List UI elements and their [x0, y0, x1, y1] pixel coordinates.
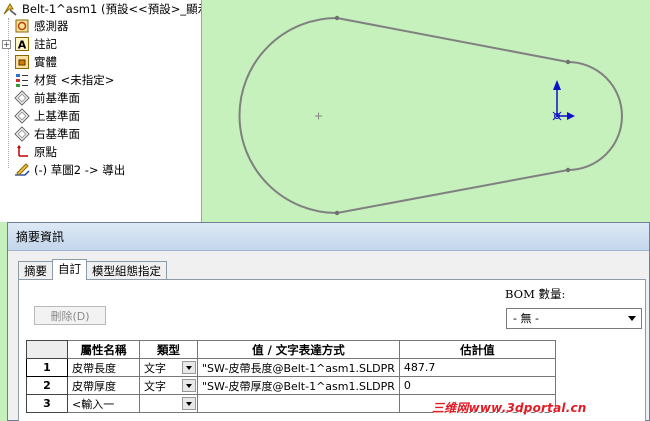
sketch-point	[334, 15, 340, 21]
evaluated-value-cell: 487.7	[398, 358, 556, 377]
value-cell[interactable]: "SW-皮帶長度@Belt-1^asm1.SLDPR	[197, 358, 400, 377]
row-number[interactable]: 2	[26, 376, 68, 395]
tree-item-sensors[interactable]: 感測器	[2, 17, 69, 35]
feature-manager-tree: Belt-1^asm1 (預設<<預設>_顯示 感測器 + A 註記 實體 材質…	[0, 0, 202, 222]
plane-icon	[14, 126, 30, 142]
tree-item-label: 註記	[34, 37, 57, 51]
watermark-text: 三维网www.3dportal.cn	[432, 401, 587, 415]
summary-info-dialog: 摘要資訊 摘要 自訂 模型組態指定 刪除(D) BOM 數量: - 無 - 屬性…	[7, 222, 650, 421]
value-cell[interactable]: "SW-皮帶厚度@Belt-1^asm1.SLDPR	[197, 376, 400, 395]
column-header-type[interactable]: 類型	[139, 340, 198, 359]
origin-icon	[14, 144, 30, 160]
material-icon	[14, 72, 30, 88]
value-cell[interactable]	[197, 394, 400, 413]
table-row[interactable]: 1 皮帶長度 文字 "SW-皮帶長度@Belt-1^asm1.SLDPR 487…	[26, 358, 556, 377]
bom-quantity-label: BOM 數量:	[505, 287, 566, 301]
tab-summary[interactable]: 摘要	[18, 261, 53, 280]
tree-item-material[interactable]: 材質 <未指定>	[2, 71, 114, 89]
type-cell[interactable]	[139, 394, 198, 413]
bom-quantity-value: - 無 -	[513, 312, 539, 325]
chevron-down-icon[interactable]	[182, 379, 196, 392]
sketch-point	[565, 167, 571, 173]
expand-plus-icon[interactable]: +	[2, 39, 11, 49]
plane-icon	[14, 90, 30, 106]
tree-item-solid-bodies[interactable]: 實體	[2, 53, 57, 71]
chevron-down-icon[interactable]	[628, 316, 636, 321]
tree-item-label: 上基準面	[34, 109, 80, 123]
row-number[interactable]: 1	[26, 358, 68, 377]
bom-quantity-dropdown[interactable]: - 無 -	[506, 308, 642, 329]
tree-root-assembly[interactable]: Belt-1^asm1 (預設<<預設>_顯示	[2, 1, 202, 17]
tree-item-label: 前基準面	[34, 91, 80, 105]
column-header-value[interactable]: 值 / 文字表達方式	[197, 340, 400, 359]
column-header-evaluated-value[interactable]: 估計值	[398, 340, 556, 359]
chevron-down-icon[interactable]	[182, 397, 196, 410]
solid-bodies-icon	[14, 54, 30, 70]
tree-item-front-plane[interactable]: 前基準面	[2, 89, 80, 107]
chevron-down-icon[interactable]	[182, 361, 196, 374]
delete-button[interactable]: 刪除(D)	[34, 306, 106, 325]
table-row[interactable]: 2 皮帶厚度 文字 "SW-皮帶厚度@Belt-1^asm1.SLDPR 0	[26, 376, 556, 395]
type-cell[interactable]: 文字	[139, 358, 198, 377]
annotation-icon: A	[14, 36, 30, 52]
tree-item-annotations[interactable]: + A 註記	[2, 35, 57, 53]
sketch-point	[334, 210, 340, 216]
tree-item-origin[interactable]: 原點	[2, 143, 57, 161]
table-corner-cell[interactable]	[26, 340, 68, 359]
tree-root-label: Belt-1^asm1 (預設<<預設>_顯示	[22, 2, 202, 16]
evaluated-value-cell: 0	[398, 376, 556, 395]
plane-icon	[14, 108, 30, 124]
tree-item-label: 實體	[34, 55, 57, 69]
assembly-icon	[2, 1, 18, 17]
sketch-icon	[14, 162, 30, 178]
dialog-title: 摘要資訊	[16, 230, 65, 244]
type-value: 文字	[144, 361, 166, 375]
tree-item-top-plane[interactable]: 上基準面	[2, 107, 80, 125]
belt-sketch[interactable]	[202, 0, 650, 222]
svg-text:A: A	[18, 39, 27, 52]
tree-item-sketch2[interactable]: (-) 草圖2 -> 導出	[2, 161, 125, 179]
type-value: 文字	[144, 379, 166, 393]
tab-configuration-specific[interactable]: 模型組態指定	[86, 261, 167, 280]
graphics-viewport[interactable]	[202, 0, 650, 222]
type-cell[interactable]: 文字	[139, 376, 198, 395]
arc-center-mark	[315, 112, 322, 120]
sketch-point	[565, 59, 571, 65]
tree-item-label: 右基準面	[34, 127, 80, 141]
tree-item-label: 原點	[34, 145, 57, 159]
row-number[interactable]: 3	[26, 394, 68, 413]
dialog-tabs: 摘要 自訂 模型組態指定	[18, 259, 167, 280]
tree-item-label: (-) 草圖2 -> 導出	[34, 163, 126, 177]
column-header-property-name[interactable]: 屬性名稱	[67, 340, 140, 359]
property-name-cell[interactable]: 皮帶長度	[67, 358, 140, 377]
sensor-icon	[14, 18, 30, 34]
tree-item-label: 材質 <未指定>	[34, 73, 115, 87]
property-name-cell[interactable]: <輸入一	[67, 394, 140, 413]
property-name-cell[interactable]: 皮帶厚度	[67, 376, 140, 395]
tree-item-right-plane[interactable]: 右基準面	[2, 125, 80, 143]
table-header-row: 屬性名稱 類型 值 / 文字表達方式 估計值	[26, 340, 556, 359]
tab-custom[interactable]: 自訂	[52, 259, 87, 280]
dialog-titlebar[interactable]: 摘要資訊	[8, 223, 649, 251]
tree-item-label: 感測器	[34, 19, 69, 33]
origin-axis-icon	[552, 80, 575, 121]
